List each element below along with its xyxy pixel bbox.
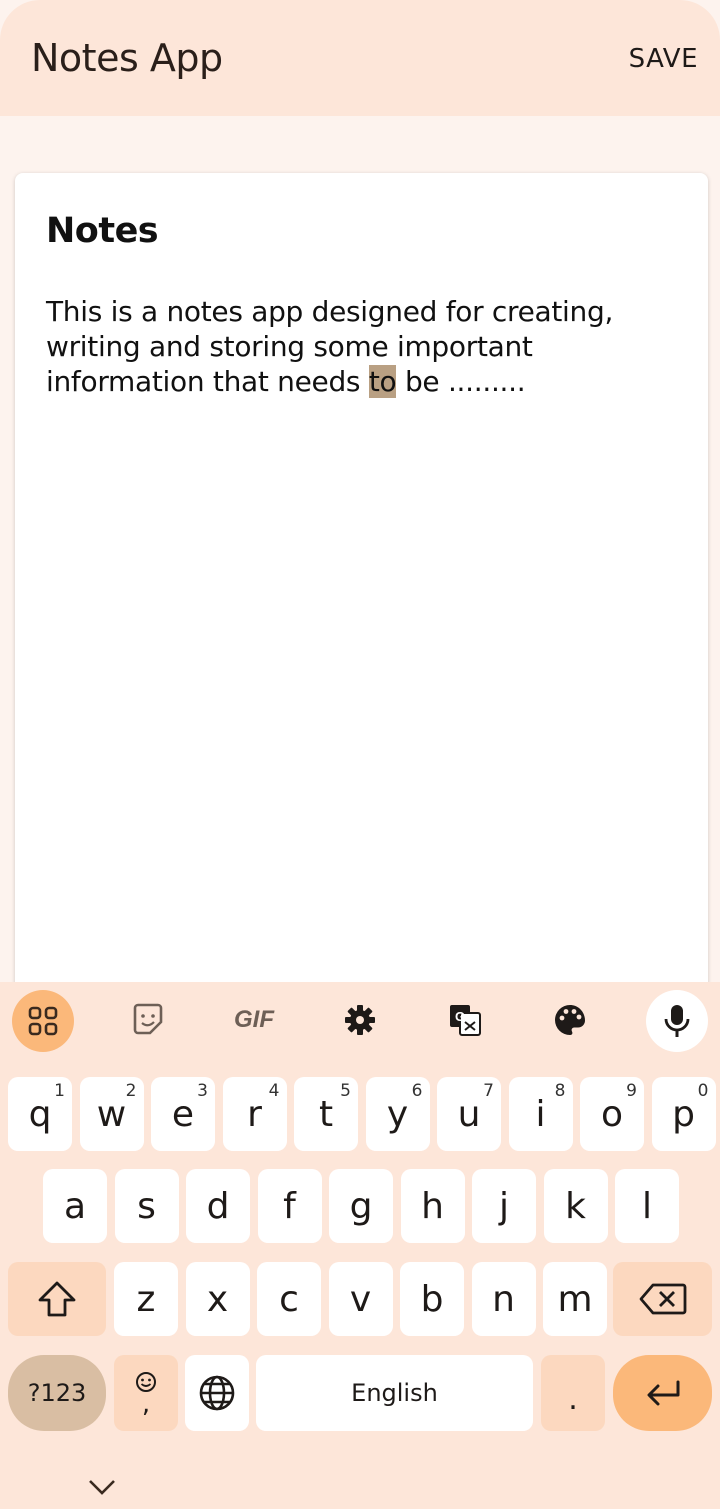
key-f[interactable]: f — [257, 1169, 322, 1243]
key-a[interactable]: a — [43, 1169, 107, 1243]
app-title: Notes App — [31, 36, 223, 80]
emoji-comma-key[interactable]: , — [114, 1355, 178, 1431]
space-key[interactable]: English — [256, 1355, 533, 1431]
key-hint-number: 5 — [340, 1081, 351, 1101]
key-u[interactable]: u7 — [437, 1077, 501, 1151]
key-t[interactable]: t5 — [294, 1077, 358, 1151]
key-hint-number: 3 — [197, 1081, 208, 1101]
key-d[interactable]: d — [186, 1169, 250, 1243]
key-j[interactable]: j — [472, 1169, 536, 1243]
key-g[interactable]: g — [329, 1169, 393, 1243]
key-hint-number: 2 — [125, 1081, 137, 1101]
svg-text:G: G — [455, 1009, 465, 1024]
key-hint-number: 6 — [411, 1081, 423, 1101]
sticker-icon[interactable] — [118, 990, 178, 1050]
period-key[interactable]: . — [541, 1355, 605, 1431]
symbols-key[interactable]: ?123 — [8, 1355, 106, 1431]
note-title[interactable]: Notes — [46, 211, 159, 251]
settings-gear-icon[interactable] — [330, 990, 390, 1050]
key-q[interactable]: q1 — [8, 1077, 72, 1151]
key-o[interactable]: o9 — [580, 1077, 644, 1151]
note-card: Notes This is a notes app designed for c… — [15, 173, 708, 1003]
key-v[interactable]: v — [328, 1262, 393, 1336]
translate-icon[interactable]: G — [435, 990, 495, 1050]
key-p[interactable]: p0 — [651, 1077, 716, 1151]
key-l[interactable]: l — [615, 1169, 679, 1243]
gif-button[interactable]: GIF — [224, 990, 284, 1050]
selected-text: to — [368, 365, 397, 398]
backspace-icon — [639, 1283, 686, 1315]
app-bar: Notes App SAVE — [0, 0, 720, 116]
key-z[interactable]: z — [114, 1262, 178, 1336]
key-n[interactable]: n — [471, 1262, 536, 1336]
key-e[interactable]: e3 — [151, 1077, 215, 1151]
key-c[interactable]: c — [257, 1262, 321, 1336]
key-s[interactable]: s — [114, 1169, 179, 1243]
key-w[interactable]: w2 — [79, 1077, 144, 1151]
key-hint-number: 7 — [483, 1081, 494, 1101]
note-body-text: This is a notes app designed for creatin… — [46, 295, 614, 398]
note-body-field[interactable]: This is a notes app designed for creatin… — [46, 294, 696, 399]
key-x[interactable]: x — [185, 1262, 250, 1336]
enter-key[interactable] — [613, 1355, 712, 1431]
globe-icon — [199, 1375, 235, 1411]
palette-icon[interactable] — [540, 990, 600, 1050]
key-hint-number: 0 — [697, 1081, 709, 1101]
key-y[interactable]: y6 — [365, 1077, 430, 1151]
key-i[interactable]: i8 — [508, 1077, 573, 1151]
language-key[interactable] — [185, 1355, 249, 1431]
note-body-text-end: be ......... — [396, 365, 526, 398]
backspace-key[interactable] — [613, 1262, 712, 1336]
key-hint-number: 8 — [554, 1081, 566, 1101]
key-r[interactable]: r4 — [222, 1077, 287, 1151]
key-hint-number: 4 — [268, 1081, 280, 1101]
shift-key[interactable] — [8, 1262, 106, 1336]
comma-label: , — [141, 1389, 151, 1419]
key-k[interactable]: k — [543, 1169, 608, 1243]
key-b[interactable]: b — [400, 1262, 464, 1336]
microphone-icon[interactable] — [646, 990, 708, 1052]
hide-keyboard-chevron-icon[interactable] — [88, 1478, 116, 1501]
key-hint-number: 1 — [54, 1081, 65, 1101]
key-hint-number: 9 — [626, 1081, 637, 1101]
key-h[interactable]: h — [400, 1169, 465, 1243]
enter-arrow-icon — [647, 1380, 679, 1406]
save-button[interactable]: SAVE — [629, 44, 698, 74]
key-m[interactable]: m — [543, 1262, 607, 1336]
shift-arrow-icon — [38, 1281, 76, 1317]
apps-grid-icon[interactable] — [12, 990, 74, 1052]
